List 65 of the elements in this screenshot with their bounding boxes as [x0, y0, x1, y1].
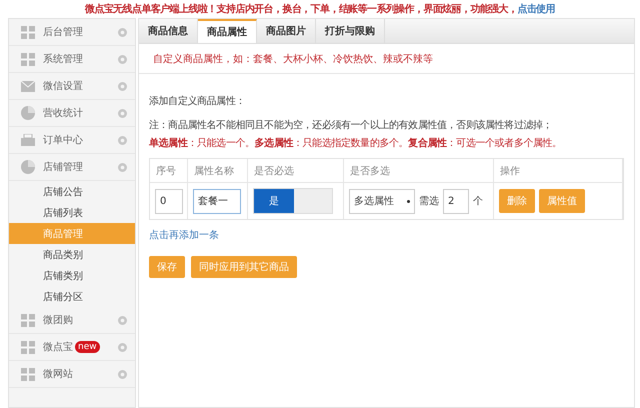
- index-field[interactable]: 0: [155, 188, 183, 214]
- expand-icon[interactable]: [118, 162, 127, 172]
- hint-text: 自定义商品属性，如：套餐、大杯小杯、冷饮热饮、辣或不辣等: [139, 44, 634, 74]
- sidebar-label: 微团购: [43, 314, 73, 327]
- submenu-item[interactable]: 店铺公告: [9, 181, 135, 202]
- sidebar-item[interactable]: 店铺管理: [9, 154, 135, 181]
- submenu-item[interactable]: 店铺列表: [9, 202, 135, 223]
- new-badge: new: [75, 341, 100, 353]
- sidebar-item[interactable]: 订单中心: [9, 127, 135, 154]
- pie-chart-icon: [21, 160, 35, 174]
- unit-label: 个: [473, 195, 483, 208]
- expand-icon[interactable]: [118, 342, 127, 352]
- printer-icon: [21, 134, 35, 146]
- name-field[interactable]: 套餐一: [193, 188, 241, 214]
- expand-icon[interactable]: [118, 54, 127, 64]
- expand-icon[interactable]: [118, 82, 127, 90]
- grid-icon: [21, 52, 35, 66]
- column-header: 序号: [150, 159, 188, 183]
- envelope-icon: [21, 80, 35, 92]
- sidebar-item[interactable]: 微点宝 new: [9, 334, 135, 361]
- tab[interactable]: 商品属性: [198, 19, 257, 43]
- grid-icon: [21, 368, 35, 380]
- submenu-item[interactable]: 店铺分区: [9, 286, 135, 307]
- sidebar-label: 后台管理: [43, 26, 83, 39]
- column-header: 操作: [494, 159, 623, 183]
- column-header: 属性名称: [188, 159, 248, 183]
- grid-icon: [21, 314, 35, 326]
- grid-icon: [21, 340, 35, 354]
- caret-icon: [407, 200, 410, 202]
- expand-icon[interactable]: [118, 108, 127, 118]
- use-link[interactable]: 点击使用: [517, 2, 555, 16]
- sidebar-label: 微网站: [43, 368, 73, 381]
- sidebar-item[interactable]: 微信设置: [9, 73, 135, 100]
- select-dropdown[interactable]: 多选属性: [349, 188, 415, 214]
- need-label: 需选: [419, 194, 439, 208]
- grid-icon: [21, 26, 35, 38]
- expand-icon[interactable]: [118, 316, 127, 324]
- count-field[interactable]: 2: [443, 188, 469, 214]
- submenu-item[interactable]: 店铺类别: [9, 265, 135, 286]
- sidebar-label: 微信设置: [43, 80, 83, 93]
- sidebar-label: 营收统计: [43, 106, 83, 120]
- section-title: 添加自定义商品属性：: [149, 94, 246, 108]
- column-header: 是否多选: [344, 159, 494, 183]
- expand-icon[interactable]: [118, 136, 127, 144]
- sidebar-label: 微点宝: [43, 340, 73, 354]
- pie-chart-icon: [21, 106, 35, 120]
- expand-icon[interactable]: [118, 370, 127, 378]
- note-text: 注：商品属性名不能相同且不能为空，还必须有一个以上的有效属性值，否则该属性将过滤掉；: [149, 118, 554, 132]
- sidebar-item[interactable]: 微团购: [9, 307, 135, 334]
- sidebar-item[interactable]: 营收统计: [9, 100, 135, 127]
- column-header: 是否必选: [248, 159, 344, 183]
- sidebar-label: 订单中心: [43, 134, 83, 147]
- sidebar-label: 系统管理: [43, 52, 83, 66]
- required-toggle[interactable]: 是: [253, 188, 333, 214]
- submenu-item[interactable]: 商品类别: [9, 244, 135, 265]
- add-row-link[interactable]: 点击再添加一条: [149, 228, 219, 242]
- announcement-text: 微点宝无线点单客户端上线啦！支持店内开台，换台，下单，结账等一系列操作，界面炫丽，功能强大，: [84, 2, 518, 16]
- tab[interactable]: 打折与限购: [316, 19, 385, 43]
- expand-icon[interactable]: [118, 28, 127, 36]
- sidebar-item[interactable]: 系统管理: [9, 46, 135, 73]
- sidebar-item[interactable]: 微网站: [9, 361, 135, 388]
- sidebar-label: 店铺管理: [43, 160, 83, 174]
- tab[interactable]: 商品图片: [257, 19, 316, 43]
- rules-text: 单选属性：只能选一个。多选属性：只能选指定数量的多个。复合属性：可选一个或者多个属性。: [149, 136, 563, 150]
- sidebar-item[interactable]: 后台管理: [9, 19, 135, 46]
